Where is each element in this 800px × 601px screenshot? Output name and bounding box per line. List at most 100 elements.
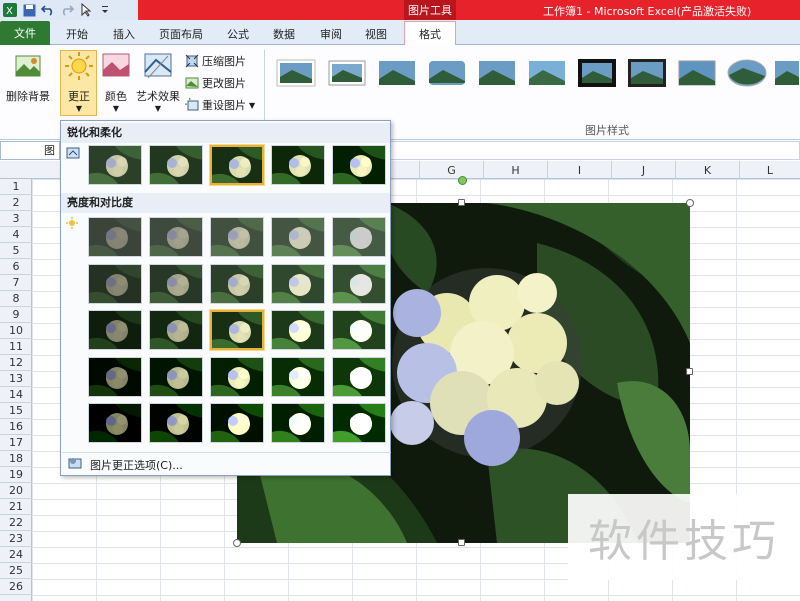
qat-more-icon[interactable] [97,2,113,18]
row-header[interactable]: 19 [0,467,32,483]
brightness-contrast-option[interactable] [271,357,325,397]
row-header[interactable]: 2 [0,195,32,211]
brightness-contrast-option[interactable] [332,264,386,304]
tab-view[interactable]: 视图 [356,23,396,44]
row-header[interactable]: 8 [0,291,32,307]
brightness-contrast-option[interactable] [271,264,325,304]
row-header[interactable]: 14 [0,387,32,403]
sharpen-option[interactable] [332,145,386,185]
compress-pictures-button[interactable]: 压缩图片 [185,51,246,71]
column-header-g[interactable]: G [419,161,483,179]
picture-corrections-options[interactable]: 图片更正选项(C)... [62,452,391,476]
rotate-handle[interactable] [458,176,467,185]
row-header[interactable]: 3 [0,211,32,227]
pointer-icon[interactable] [78,2,94,18]
remove-background-button[interactable]: 删除背景 [3,50,53,104]
tab-file[interactable]: 文件 [0,21,50,45]
picture-style-3[interactable] [375,55,419,91]
excel-logo-icon[interactable]: X [2,2,18,18]
row-header[interactable]: 11 [0,339,32,355]
brightness-contrast-option[interactable] [88,310,142,350]
picture-style-6[interactable] [525,55,569,91]
column-header-h[interactable]: H [483,161,547,179]
row-header[interactable]: 24 [0,547,32,563]
row-header[interactable]: 10 [0,323,32,339]
picture-style-2[interactable] [325,55,369,91]
picture-style-10[interactable] [725,55,769,91]
brightness-contrast-option[interactable] [271,310,325,350]
save-icon[interactable] [21,2,37,18]
picture-style-7[interactable] [575,55,619,91]
resize-handle[interactable] [686,199,694,207]
brightness-contrast-option[interactable] [271,403,325,443]
picture-style-11[interactable] [773,55,799,91]
tab-insert[interactable]: 插入 [104,23,144,44]
row-header[interactable]: 23 [0,531,32,547]
row-header[interactable]: 5 [0,243,32,259]
brightness-contrast-option[interactable] [271,217,325,257]
brightness-contrast-option[interactable] [88,357,142,397]
row-header[interactable]: 20 [0,483,32,499]
sharpen-option[interactable] [149,145,203,185]
picture-style-9[interactable] [675,55,719,91]
resize-handle[interactable] [233,539,241,547]
brightness-contrast-option[interactable] [149,403,203,443]
brightness-contrast-option[interactable] [88,403,142,443]
row-header[interactable]: 26 [0,579,32,595]
brightness-contrast-option[interactable] [332,310,386,350]
brightness-contrast-option[interactable] [210,310,264,350]
picture-style-4[interactable] [425,55,469,91]
sharpen-option[interactable] [88,145,142,185]
picture-style-8[interactable] [625,55,669,91]
column-header-j[interactable]: J [611,161,675,179]
brightness-contrast-option[interactable] [149,310,203,350]
column-header-i[interactable]: I [547,161,611,179]
brightness-contrast-option[interactable] [332,403,386,443]
color-button[interactable]: 颜色 ▼ [100,50,132,113]
row-header[interactable]: 4 [0,227,32,243]
brightness-contrast-option[interactable] [210,403,264,443]
row-header[interactable]: 18 [0,451,32,467]
tab-page-layout[interactable]: 页面布局 [150,23,212,44]
brightness-contrast-option[interactable] [210,264,264,304]
sharpen-option[interactable] [271,145,325,185]
brightness-contrast-option[interactable] [210,357,264,397]
picture-style-5[interactable] [475,55,519,91]
column-header-l[interactable]: L [739,161,800,179]
tab-format[interactable]: 格式 [404,21,456,46]
brightness-contrast-option[interactable] [332,217,386,257]
brightness-contrast-option[interactable] [332,357,386,397]
reset-picture-button[interactable]: 重设图片 ▼ [185,95,255,115]
row-header[interactable]: 25 [0,563,32,579]
brightness-contrast-option[interactable] [149,357,203,397]
tab-review[interactable]: 审阅 [311,23,351,44]
undo-icon[interactable] [40,2,56,18]
row-header[interactable]: 12 [0,355,32,371]
row-header[interactable]: 7 [0,275,32,291]
corrections-button[interactable]: 更正 ▼ [61,50,97,113]
tab-formulas[interactable]: 公式 [218,23,258,44]
brightness-contrast-option[interactable] [149,264,203,304]
brightness-contrast-option[interactable] [88,217,142,257]
resize-handle[interactable] [458,199,465,206]
sharpen-option[interactable] [210,145,264,185]
row-header[interactable]: 6 [0,259,32,275]
row-header[interactable]: 22 [0,515,32,531]
redo-icon[interactable] [59,2,75,18]
column-header-k[interactable]: K [675,161,739,179]
resize-handle[interactable] [458,539,465,546]
change-picture-button[interactable]: 更改图片 [185,73,246,93]
row-header[interactable]: 13 [0,371,32,387]
row-header[interactable]: 21 [0,499,32,515]
artistic-effects-button[interactable]: 艺术效果 ▼ [135,50,181,113]
picture-style-1[interactable] [274,55,318,91]
row-header[interactable]: 17 [0,435,32,451]
tab-data[interactable]: 数据 [264,23,304,44]
tab-home[interactable]: 开始 [57,23,97,44]
resize-handle[interactable] [686,368,693,375]
row-header[interactable]: 1 [0,179,32,195]
brightness-contrast-option[interactable] [149,217,203,257]
brightness-contrast-option[interactable] [210,217,264,257]
brightness-contrast-option[interactable] [88,264,142,304]
row-header[interactable]: 9 [0,307,32,323]
